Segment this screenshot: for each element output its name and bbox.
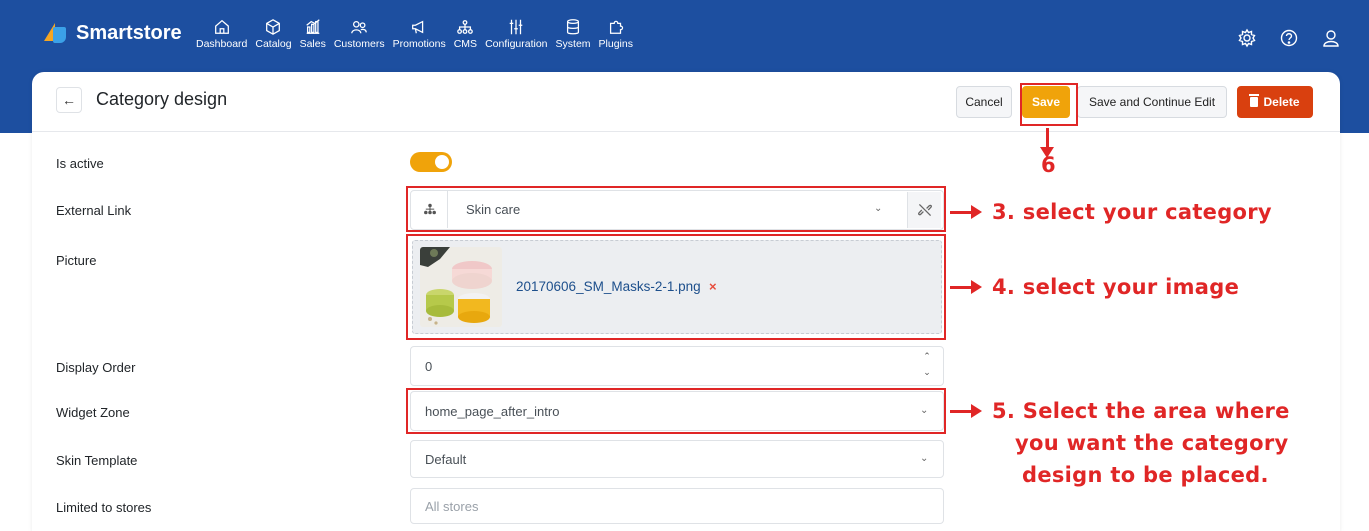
arrow-left-icon: ← bbox=[62, 92, 76, 108]
top-right-actions bbox=[1237, 28, 1341, 48]
chevron-down-icon[interactable]: ⌄ bbox=[920, 453, 928, 464]
skin-template-label: Skin Template bbox=[56, 453, 138, 468]
annotation-step4: 4. select your image bbox=[992, 275, 1240, 299]
brand-name: Smartstore bbox=[76, 22, 182, 44]
nav-item-dashboard[interactable]: Dashboard bbox=[192, 18, 251, 50]
annotation-step5-line2: you want the category bbox=[1015, 431, 1289, 455]
chart-icon bbox=[306, 19, 320, 34]
gear-icon[interactable] bbox=[1237, 28, 1257, 48]
annotation-box-image bbox=[406, 234, 946, 340]
skin-template-select[interactable]: Default bbox=[410, 440, 944, 478]
box-icon bbox=[266, 19, 281, 35]
annotation-arrow-down bbox=[1040, 128, 1054, 158]
nav-item-cms[interactable]: CMS bbox=[450, 18, 481, 50]
widget-zone-label: Widget Zone bbox=[56, 405, 130, 420]
annotation-arrow-category bbox=[950, 205, 982, 219]
chevron-up-icon[interactable]: ⌃ bbox=[918, 348, 936, 364]
users-icon bbox=[351, 20, 368, 34]
page-header: ← Category design Cancel Save Save and C… bbox=[32, 72, 1340, 132]
is-active-label: Is active bbox=[56, 156, 104, 171]
page-title: Category design bbox=[96, 89, 228, 109]
annotation-arrow-image bbox=[950, 280, 982, 294]
is-active-toggle[interactable] bbox=[410, 152, 452, 172]
limited-to-stores-input[interactable]: All stores bbox=[410, 488, 944, 524]
picture-label: Picture bbox=[56, 253, 97, 268]
nav-item-promotions[interactable]: Promotions bbox=[389, 18, 450, 50]
annotation-box-category bbox=[406, 186, 946, 232]
main-nav: Dashboard Catalog Sales Customers Promot… bbox=[192, 18, 637, 50]
display-order-label: Display Order bbox=[56, 360, 136, 375]
nav-item-configuration[interactable]: Configuration bbox=[481, 18, 551, 50]
megaphone-icon bbox=[412, 20, 424, 34]
sliders-icon bbox=[509, 19, 523, 35]
annotation-box-widget-zone bbox=[406, 388, 946, 434]
user-icon[interactable] bbox=[1321, 28, 1341, 48]
nav-item-system[interactable]: System bbox=[552, 18, 595, 50]
nav-item-customers[interactable]: Customers bbox=[330, 18, 389, 50]
nav-item-catalog[interactable]: Catalog bbox=[251, 18, 295, 50]
chevron-down-icon[interactable]: ⌄ bbox=[918, 364, 936, 380]
puzzle-icon bbox=[609, 20, 623, 34]
back-button[interactable]: ← bbox=[56, 87, 82, 113]
annotation-step6: 6 bbox=[1041, 153, 1056, 177]
trash-icon bbox=[1249, 94, 1260, 107]
annotation-step5-line1: 5. Select the area where bbox=[992, 399, 1290, 423]
delete-button[interactable]: Delete bbox=[1237, 86, 1313, 118]
nav-item-plugins[interactable]: Plugins bbox=[595, 18, 637, 50]
save-and-continue-button[interactable]: Save and Continue Edit bbox=[1077, 86, 1227, 118]
cancel-button[interactable]: Cancel bbox=[956, 86, 1012, 118]
nav-item-sales[interactable]: Sales bbox=[296, 18, 330, 50]
smartstore-logo-icon bbox=[44, 22, 66, 45]
brand[interactable]: Smartstore bbox=[44, 22, 182, 45]
save-annotation-box bbox=[1020, 83, 1078, 126]
limited-to-stores-label: Limited to stores bbox=[56, 500, 152, 515]
annotation-step3: 3. select your category bbox=[992, 200, 1272, 224]
number-stepper[interactable]: ⌃ ⌄ bbox=[918, 348, 936, 380]
external-link-label: External Link bbox=[56, 203, 132, 218]
annotation-arrow-widget-zone bbox=[950, 404, 982, 418]
database-icon bbox=[567, 19, 580, 35]
display-order-input[interactable]: 0 bbox=[410, 346, 944, 386]
annotation-step5-line3: design to be placed. bbox=[1022, 463, 1269, 487]
home-icon bbox=[214, 19, 229, 34]
sitemap-icon bbox=[457, 20, 474, 34]
help-icon[interactable] bbox=[1279, 28, 1299, 48]
